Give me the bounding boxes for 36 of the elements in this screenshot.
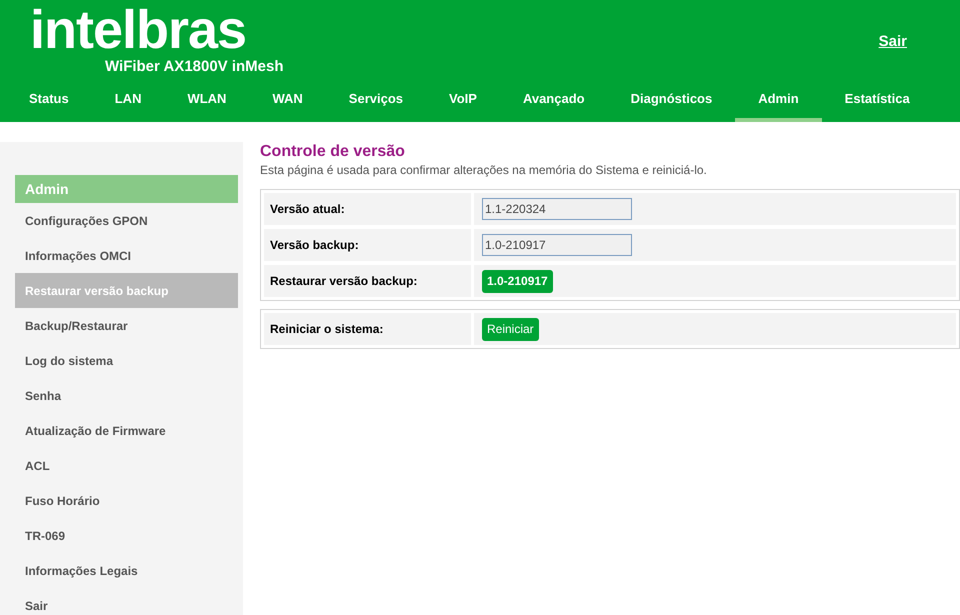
sidebar-item[interactable]: Configurações GPON: [15, 203, 238, 238]
nav-tab[interactable]: Status: [29, 80, 92, 122]
nav-tab[interactable]: Serviços: [326, 80, 426, 122]
sidebar-item[interactable]: TR-069: [15, 518, 238, 553]
page-description: Esta página é usada para confirmar alterações na memória do Sistema e reiniciá-lo.: [260, 162, 708, 178]
logo: intelbras: [30, 2, 248, 58]
model-name: WiFiber AX1800V inMesh: [105, 58, 284, 76]
nav-tab[interactable]: Avançado: [500, 80, 608, 122]
sidebar-item[interactable]: Atualização de Firmware: [15, 413, 238, 448]
row-label: Versão atual:: [264, 193, 471, 225]
version-field[interactable]: 1.0-210917: [482, 234, 632, 256]
sidebar-item[interactable]: Log do sistema: [15, 343, 238, 378]
sidebar-item[interactable]: Backup/Restaurar: [15, 308, 238, 343]
row-label: Reiniciar o sistema:: [264, 313, 471, 345]
action-button[interactable]: 1.0-210917: [482, 270, 553, 292]
sidebar-item[interactable]: Restaurar versão backup: [15, 273, 238, 308]
logout-link[interactable]: Sair: [878, 31, 907, 54]
nav-tab[interactable]: Admin: [735, 80, 822, 122]
sidebar-item[interactable]: ACL: [15, 448, 238, 483]
nav-tab[interactable]: WAN: [249, 80, 326, 122]
sidebar-item[interactable]: Senha: [15, 378, 238, 413]
nav-tab[interactable]: WLAN: [164, 80, 250, 122]
row-label: Versão backup:: [264, 229, 471, 261]
sidebar-item[interactable]: Fuso Horário: [15, 483, 238, 518]
sidebar-item[interactable]: Sair: [15, 588, 238, 615]
sidebar-item[interactable]: Informações Legais: [15, 553, 238, 588]
nav-tab[interactable]: Diagnósticos: [608, 80, 736, 122]
nav-tab[interactable]: VoIP: [426, 80, 500, 122]
nav-tab[interactable]: Estatística: [822, 80, 933, 122]
sidebar-heading: Admin: [15, 175, 238, 203]
action-button[interactable]: Reiniciar: [482, 318, 539, 340]
row-label: Restaurar versão backup:: [264, 265, 471, 297]
version-field[interactable]: 1.1-220324: [482, 198, 632, 220]
sidebar-item[interactable]: Informações OMCI: [15, 238, 238, 273]
nav-tab[interactable]: LAN: [92, 80, 164, 122]
page-title: Controle de versão: [260, 142, 406, 162]
